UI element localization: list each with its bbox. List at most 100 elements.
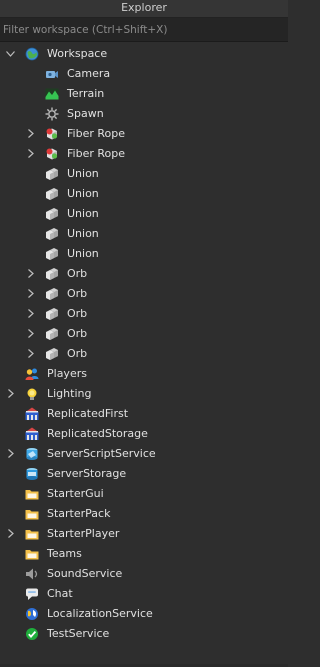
- union-icon: [46, 228, 58, 240]
- tree-row[interactable]: Union: [0, 184, 288, 204]
- tree-item-label: Union: [67, 247, 99, 260]
- tree-item-label: Orb: [67, 327, 88, 340]
- tree-item-label: TestService: [47, 627, 110, 640]
- tree-item-label: StarterGui: [47, 487, 104, 500]
- expand-arrow-icon[interactable]: [25, 308, 36, 319]
- lighting-icon: [27, 388, 37, 400]
- tree-item-label: ServerStorage: [47, 467, 127, 480]
- tree-row[interactable]: Orb: [0, 304, 288, 324]
- tree-row[interactable]: Lighting: [0, 384, 288, 404]
- folder-icon: [25, 490, 39, 500]
- tree-row[interactable]: Fiber Rope: [0, 144, 288, 164]
- tree-item-label: SoundService: [47, 567, 123, 580]
- tree-row[interactable]: Union: [0, 224, 288, 244]
- filter-bar: [0, 18, 288, 42]
- expand-arrow-icon[interactable]: [5, 388, 16, 399]
- spawn-icon: [45, 107, 59, 121]
- tree-row[interactable]: Orb: [0, 264, 288, 284]
- panel-title: Explorer: [0, 0, 288, 18]
- tree-row[interactable]: Chat: [0, 584, 288, 604]
- tree-row[interactable]: Terrain: [0, 84, 288, 104]
- tree-row[interactable]: ReplicatedFirst: [0, 404, 288, 424]
- expand-arrow-icon[interactable]: [25, 348, 36, 359]
- tree-item-label: ServerScriptService: [47, 447, 156, 460]
- tree-item-label: Union: [67, 207, 99, 220]
- expand-arrow-icon[interactable]: [25, 148, 36, 159]
- localization-icon: [26, 608, 38, 620]
- tree-item-label: Spawn: [67, 107, 104, 120]
- union-icon: [46, 288, 58, 300]
- tree-item-label: Fiber Rope: [67, 147, 125, 160]
- union-icon: [46, 328, 58, 340]
- expand-arrow-icon[interactable]: [25, 328, 36, 339]
- folder-icon: [25, 530, 39, 540]
- tree-item-label: Camera: [67, 67, 111, 80]
- folder-icon: [25, 550, 39, 560]
- tree-item-label: Orb: [67, 307, 88, 320]
- union-icon: [46, 168, 58, 180]
- tree-row[interactable]: TestService: [0, 624, 288, 644]
- tree-row[interactable]: Union: [0, 164, 288, 184]
- union-icon: [46, 248, 58, 260]
- union-icon: [46, 208, 58, 220]
- tree-row[interactable]: Fiber Rope: [0, 124, 288, 144]
- tree-item-label: ReplicatedFirst: [47, 407, 129, 420]
- tree-row[interactable]: StarterPlayer: [0, 524, 288, 544]
- tree-row[interactable]: ReplicatedStorage: [0, 424, 288, 444]
- tree-row[interactable]: ServerStorage: [0, 464, 288, 484]
- tree-row[interactable]: StarterGui: [0, 484, 288, 504]
- model-icon: [46, 128, 58, 140]
- server-storage-icon: [26, 468, 38, 480]
- tree-row[interactable]: Spawn: [0, 104, 288, 124]
- tree-row[interactable]: LocalizationService: [0, 604, 288, 624]
- players-icon: [25, 368, 39, 380]
- union-icon: [46, 188, 58, 200]
- terrain-icon: [45, 88, 59, 100]
- expand-arrow-icon[interactable]: [5, 448, 16, 459]
- camera-icon: [46, 71, 58, 78]
- union-icon: [46, 268, 58, 280]
- tree-item-label: LocalizationService: [47, 607, 153, 620]
- filter-input[interactable]: [0, 18, 288, 41]
- workspace-icon: [25, 47, 39, 61]
- sound-icon: [26, 568, 38, 580]
- expand-arrow-icon[interactable]: [25, 288, 36, 299]
- tree-row[interactable]: SoundService: [0, 564, 288, 584]
- tree-item-label: Players: [47, 367, 87, 380]
- expand-arrow-icon[interactable]: [25, 128, 36, 139]
- tree-row[interactable]: Players: [0, 364, 288, 384]
- tree-row[interactable]: Orb: [0, 284, 288, 304]
- tree-item-label: Teams: [47, 547, 82, 560]
- tree-item-label: StarterPack: [47, 507, 111, 520]
- tree-row[interactable]: Camera: [0, 64, 288, 84]
- tree-row[interactable]: Workspace: [0, 44, 288, 64]
- tree-item-label: Union: [67, 227, 99, 240]
- tree-row[interactable]: Union: [0, 204, 288, 224]
- tree-item-label: Orb: [67, 347, 88, 360]
- replicated-icon: [25, 407, 39, 420]
- tree-row[interactable]: Union: [0, 244, 288, 264]
- test-icon: [26, 628, 38, 640]
- tree-item-label: Terrain: [67, 87, 105, 100]
- tree-row[interactable]: Orb: [0, 344, 288, 364]
- tree-row[interactable]: StarterPack: [0, 504, 288, 524]
- tree-row[interactable]: Teams: [0, 544, 288, 564]
- model-icon: [46, 148, 58, 160]
- tree-item-label: Chat: [47, 587, 73, 600]
- tree-item-label: ReplicatedStorage: [47, 427, 148, 440]
- tree-item-label: StarterPlayer: [47, 527, 120, 540]
- expand-arrow-icon[interactable]: [25, 268, 36, 279]
- tree-item-label: Union: [67, 187, 99, 200]
- expand-arrow-icon[interactable]: [5, 528, 16, 539]
- tree-row[interactable]: Orb: [0, 324, 288, 344]
- server-script-icon: [26, 448, 38, 460]
- tree-item-label: Workspace: [47, 47, 108, 60]
- replicated-icon: [25, 427, 39, 440]
- collapse-arrow-icon[interactable]: [5, 48, 16, 59]
- tree-row[interactable]: ServerScriptService: [0, 444, 288, 464]
- tree-item-label: Union: [67, 167, 99, 180]
- tree-item-label: Orb: [67, 287, 88, 300]
- chat-icon: [26, 588, 38, 600]
- tree-item-label: Fiber Rope: [67, 127, 125, 140]
- union-icon: [46, 348, 58, 360]
